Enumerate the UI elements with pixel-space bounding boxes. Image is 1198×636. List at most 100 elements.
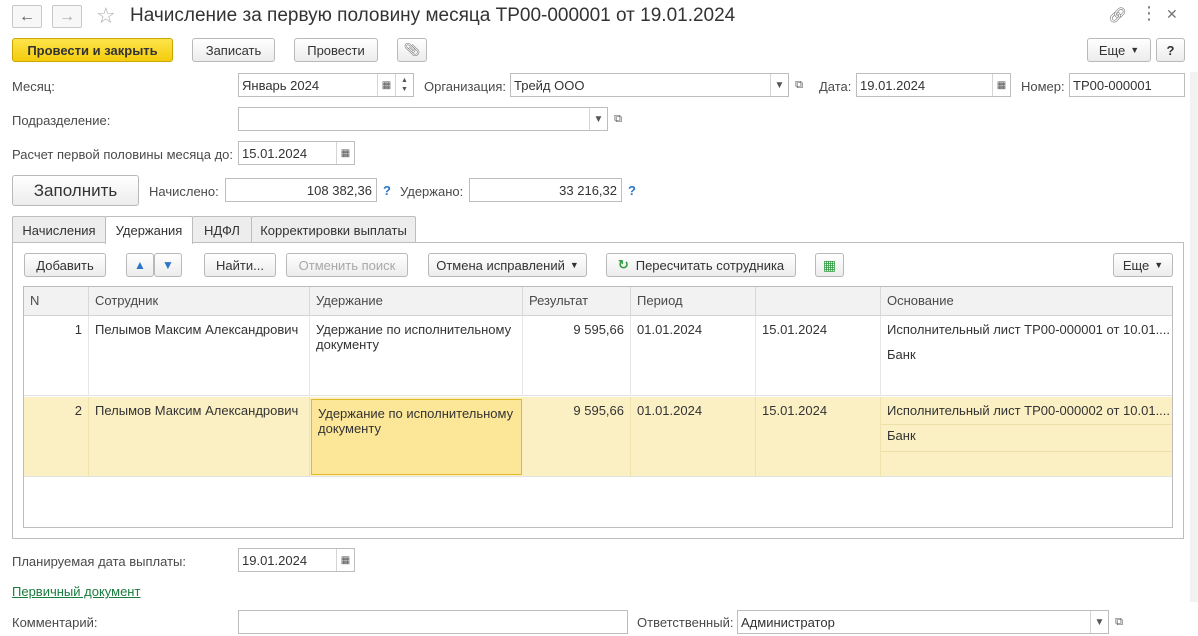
department-label: Подразделение:: [12, 113, 111, 128]
add-button[interactable]: Добавить: [24, 253, 106, 277]
withheld-help-icon[interactable]: ?: [628, 183, 636, 198]
more-label: Еще: [1098, 42, 1126, 58]
primary-document-link[interactable]: Первичный документ: [12, 584, 140, 599]
recalc-employee-label: Пересчитать сотрудника: [635, 257, 785, 273]
favorite-star-icon[interactable]: ☆: [96, 3, 116, 29]
col-period[interactable]: Период: [631, 287, 756, 316]
month-field[interactable]: Январь 2024 ▦ ▲ ▼: [238, 73, 414, 97]
pay-date-field[interactable]: 19.01.2024 ▦: [238, 548, 355, 572]
calc-until-label: Расчет первой половины месяца до:: [12, 147, 233, 162]
post-and-close-button[interactable]: Провести и закрыть: [12, 38, 173, 62]
spin-stepper[interactable]: ▲ ▼: [395, 74, 413, 96]
col-deduction[interactable]: Удержание: [310, 287, 523, 316]
dropdown-icon[interactable]: ▼: [770, 74, 788, 96]
period-from-cell[interactable]: 01.01.2024: [631, 397, 756, 477]
col-result[interactable]: Результат: [523, 287, 631, 316]
close-icon[interactable]: ✕: [1166, 6, 1178, 23]
calendar-icon[interactable]: ▦: [336, 142, 354, 164]
basis-document: Исполнительный лист ТР00-000002 от 10.01…: [887, 403, 1171, 418]
col-period-end[interactable]: [756, 287, 881, 316]
open-organization-icon[interactable]: ⧉: [790, 73, 808, 97]
period-to-cell[interactable]: 15.01.2024: [756, 316, 881, 396]
basis-divider: [881, 424, 1172, 425]
recalc-employee-button[interactable]: ↻ Пересчитать сотрудника: [606, 253, 796, 277]
accrued-field: 108 382,36: [225, 178, 377, 202]
move-up-button[interactable]: ▲: [126, 253, 154, 277]
deduction-cell-focused[interactable]: Удержание по исполнительному документу: [311, 399, 522, 475]
withheld-label: Удержано:: [400, 184, 464, 199]
employee-cell[interactable]: Пелымов Максим Александрович: [89, 316, 310, 396]
comment-label: Комментарий:: [12, 615, 98, 630]
basis-bank: Банк: [887, 347, 916, 362]
number-field[interactable]: ТР00-000001: [1069, 73, 1185, 97]
number-label: Номер:: [1021, 79, 1065, 94]
basis-cell[interactable]: Исполнительный лист ТР00-000001 от 10.01…: [881, 316, 1172, 396]
month-value: Январь 2024: [242, 78, 320, 93]
col-basis[interactable]: Основание: [881, 287, 1172, 316]
cancel-corrections-label: Отмена исправлений: [436, 257, 565, 273]
back-button[interactable]: ←: [12, 5, 42, 28]
date-field[interactable]: 19.01.2024 ▦: [856, 73, 1011, 97]
vertical-scrollbar[interactable]: [1190, 72, 1198, 602]
chevron-down-icon: ▼: [569, 260, 579, 270]
cancel-search-button[interactable]: Отменить поиск: [286, 253, 408, 277]
table-header: N Сотрудник Удержание Результат Период О…: [24, 287, 1172, 316]
more-button[interactable]: Еще ▼: [1087, 38, 1151, 62]
tab-payment-corrections[interactable]: Корректировки выплаты: [251, 216, 416, 243]
link-icon[interactable]: 🔗︎: [1108, 6, 1127, 24]
cancel-corrections-button[interactable]: Отмена исправлений ▼: [428, 253, 587, 277]
calendar-icon[interactable]: ▦: [377, 74, 395, 96]
basis-bank: Банк: [887, 428, 916, 443]
responsible-label: Ответственный:: [637, 615, 734, 630]
table-more-button[interactable]: Еще ▼: [1113, 253, 1173, 277]
employee-cell[interactable]: Пелымов Максим Александрович: [89, 397, 310, 477]
open-department-icon[interactable]: ⧉: [609, 107, 627, 131]
fill-button[interactable]: Заполнить: [12, 175, 139, 206]
save-button[interactable]: Записать: [192, 38, 275, 62]
basis-divider: [881, 451, 1172, 452]
table-settings-button[interactable]: ▦: [815, 253, 844, 277]
responsible-field[interactable]: Администратор ▼: [737, 610, 1109, 634]
row-number: 2: [24, 397, 89, 477]
col-employee[interactable]: Сотрудник: [89, 287, 310, 316]
period-to-cell[interactable]: 15.01.2024: [756, 397, 881, 477]
department-field[interactable]: ▼: [238, 107, 608, 131]
calendar-icon[interactable]: ▦: [336, 549, 354, 571]
comment-field[interactable]: [238, 610, 628, 634]
attach-button[interactable]: 📎︎: [397, 38, 427, 62]
basis-cell[interactable]: Исполнительный лист ТР00-000002 от 10.01…: [881, 397, 1172, 477]
open-responsible-icon[interactable]: ⧉: [1110, 610, 1128, 634]
table-row[interactable]: 1 Пелымов Максим Александрович Удержание…: [24, 316, 1172, 396]
forward-button[interactable]: →: [52, 5, 82, 28]
paperclip-icon: 📎︎: [403, 42, 421, 57]
calc-until-field[interactable]: 15.01.2024 ▦: [238, 141, 355, 165]
dropdown-icon[interactable]: ▼: [589, 108, 607, 130]
calc-until-value: 15.01.2024: [242, 146, 308, 161]
period-from-cell[interactable]: 01.01.2024: [631, 316, 756, 396]
result-cell[interactable]: 9 595,66: [523, 397, 631, 477]
accrued-help-icon[interactable]: ?: [383, 183, 391, 198]
help-button[interactable]: ?: [1156, 38, 1185, 62]
deductions-table[interactable]: N Сотрудник Удержание Результат Период О…: [23, 286, 1173, 528]
dropdown-icon[interactable]: ▼: [1090, 611, 1108, 633]
accrued-label: Начислено:: [149, 184, 219, 199]
organization-label: Организация:: [424, 79, 507, 94]
result-cell[interactable]: 9 595,66: [523, 316, 631, 396]
tab-ndfl[interactable]: НДФЛ: [192, 216, 252, 243]
tab-accruals[interactable]: Начисления: [12, 216, 106, 243]
responsible-value: Администратор: [741, 615, 835, 630]
organization-field[interactable]: Трейд ООО ▼: [510, 73, 789, 97]
menu-dots-icon[interactable]: ⋮: [1140, 3, 1158, 24]
post-button[interactable]: Провести: [294, 38, 378, 62]
table-row[interactable]: 2 Пелымов Максим Александрович Удержание…: [24, 397, 1172, 477]
find-button[interactable]: Найти...: [204, 253, 276, 277]
col-n[interactable]: N: [24, 287, 89, 316]
organization-value: Трейд ООО: [514, 78, 585, 93]
chevron-down-icon: ▼: [1130, 45, 1140, 55]
refresh-icon: ↻: [617, 257, 629, 272]
calendar-icon[interactable]: ▦: [992, 74, 1010, 96]
tab-deductions[interactable]: Удержания: [105, 216, 193, 244]
move-down-button[interactable]: ▼: [154, 253, 182, 277]
month-label: Месяц:: [12, 79, 55, 94]
deduction-cell[interactable]: Удержание по исполнительному документу: [310, 316, 523, 396]
